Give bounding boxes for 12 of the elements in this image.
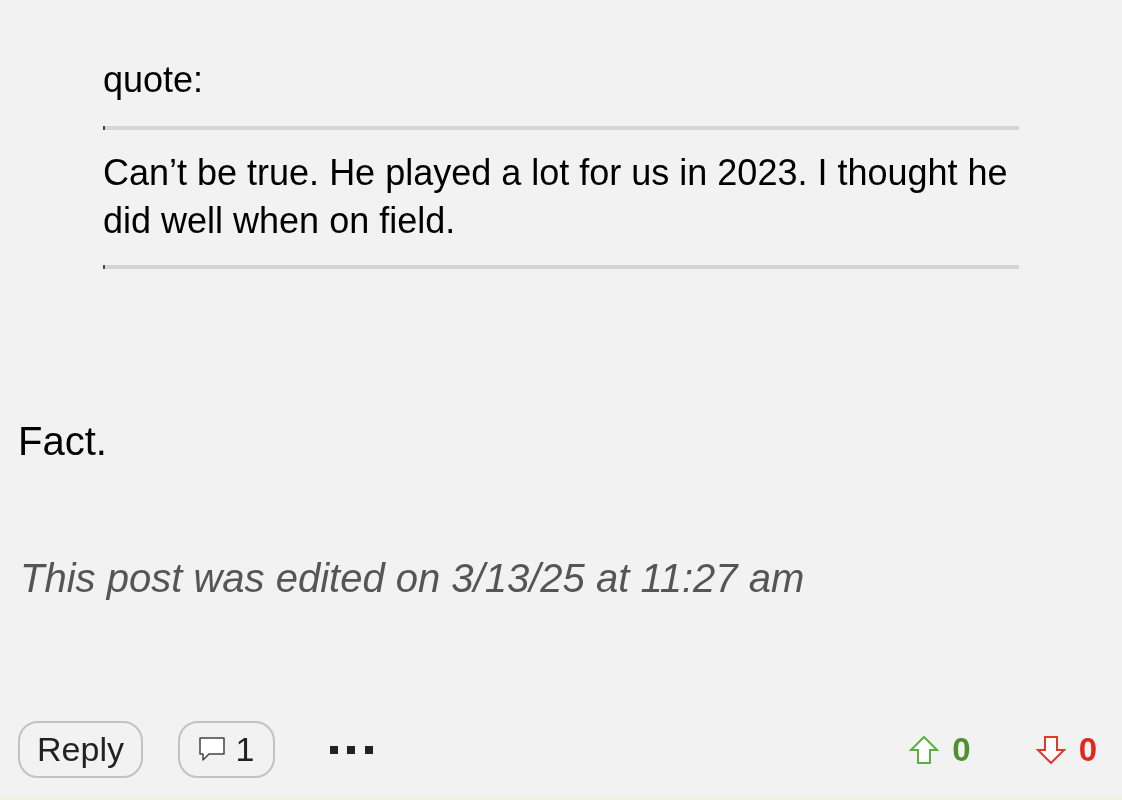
- down-arrow-icon[interactable]: [1035, 734, 1066, 765]
- quote-label: quote:: [103, 58, 204, 102]
- quote-text: Can’t be true. He played a lot for us in 2023. I thought he did well when on field.: [103, 151, 1009, 243]
- more-icon[interactable]: [330, 745, 373, 754]
- edit-note: This post was edited on 3/13/25 at 11:27 am: [20, 555, 805, 602]
- downvote-count: 0: [1078, 733, 1097, 766]
- speech-bubble-icon: [198, 737, 226, 762]
- post-text: Fact.: [18, 418, 107, 465]
- replies-button[interactable]: 1: [178, 721, 275, 778]
- reply-button[interactable]: Reply: [18, 721, 143, 778]
- upvote-count: 0: [952, 733, 971, 766]
- up-arrow-icon[interactable]: [909, 734, 940, 765]
